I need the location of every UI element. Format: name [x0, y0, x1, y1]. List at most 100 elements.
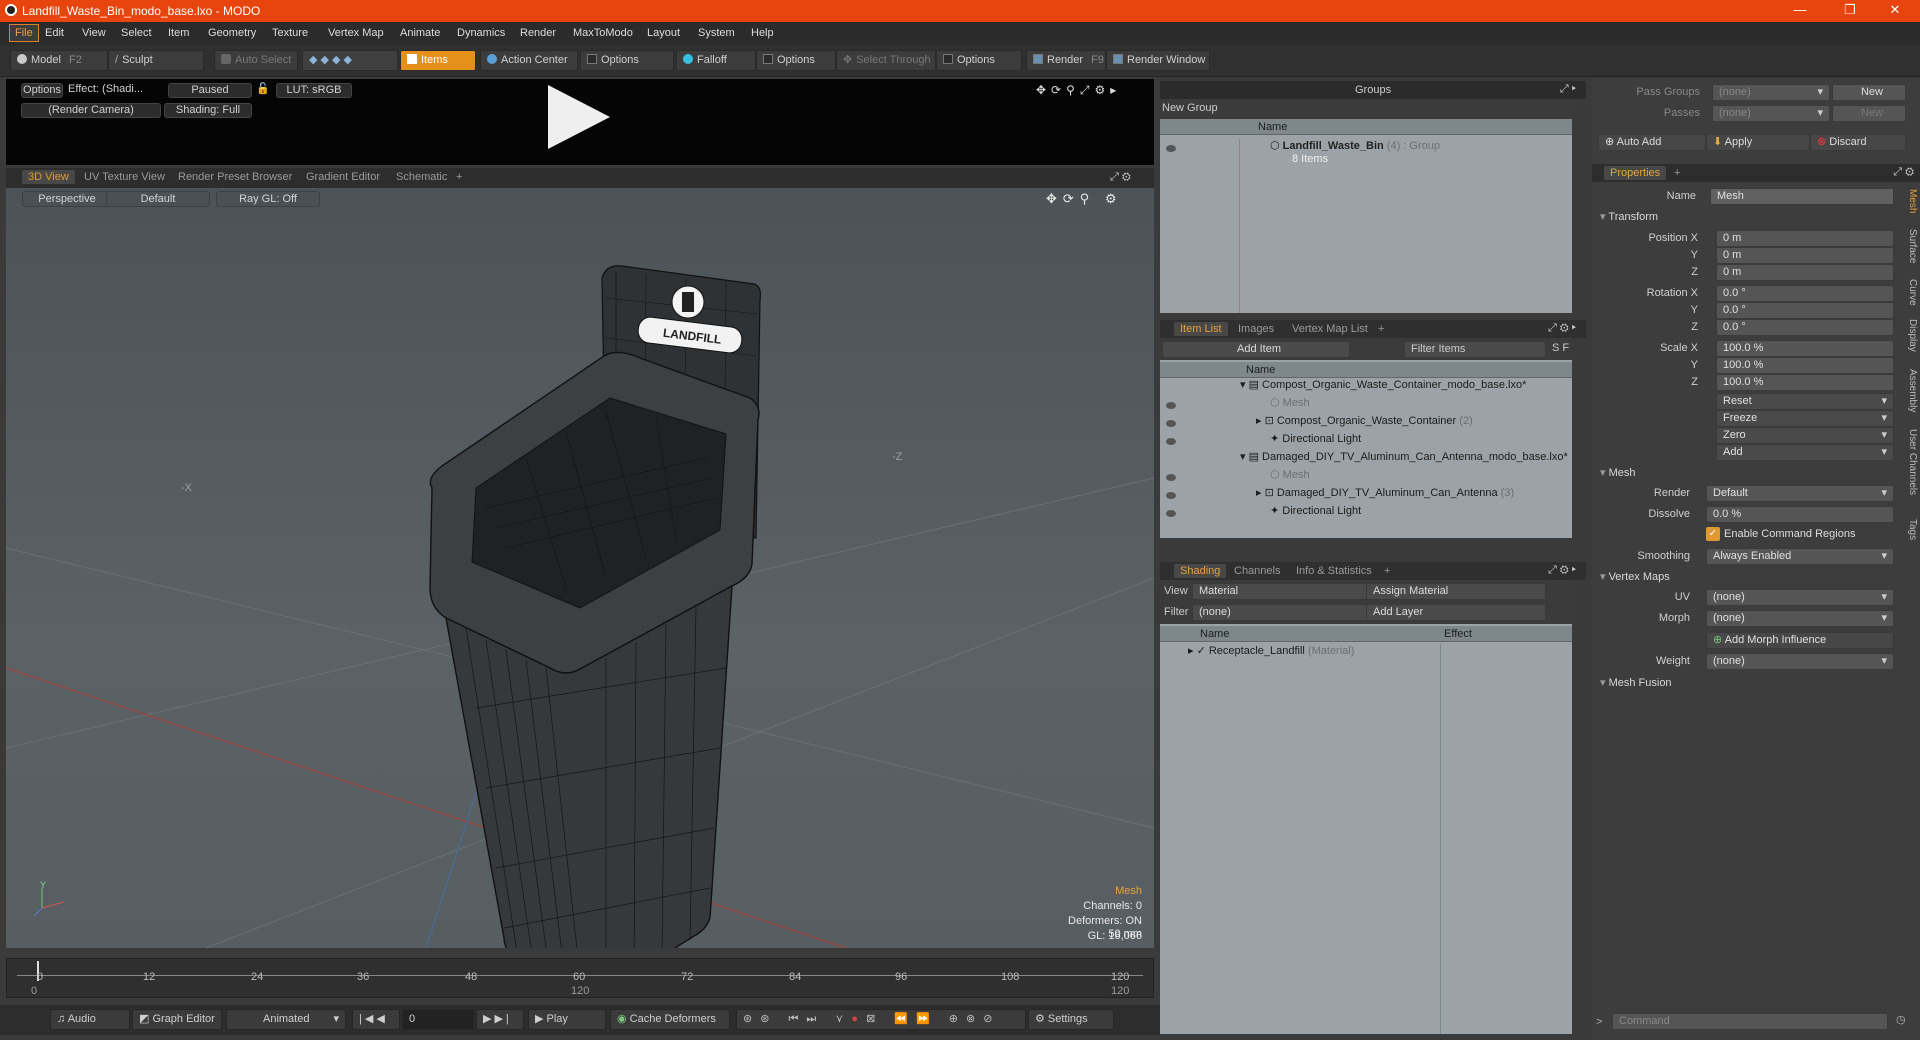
add-morph-influence-button[interactable]: ⊕ Add Morph Influence	[1706, 632, 1894, 649]
menu-animate[interactable]: Animate	[400, 27, 440, 39]
frame-input[interactable]: 0	[402, 1009, 474, 1030]
tab-properties[interactable]: Properties	[1604, 166, 1667, 180]
filter-key-icon[interactable]: S F	[1552, 342, 1569, 354]
list-item[interactable]: ▸ ⊡ Damaged_DIY_TV_Aluminum_Can_Antenna …	[1160, 486, 1560, 504]
vtab-display[interactable]: Display	[1902, 319, 1918, 352]
falloff-button[interactable]: Falloff	[676, 50, 756, 71]
view-dropdown[interactable]: Material	[1192, 583, 1380, 600]
menu-edit[interactable]: Edit	[45, 27, 64, 39]
new-group-button[interactable]: New Group	[1160, 99, 1572, 119]
select-through-button[interactable]: ✥ Select Through	[836, 50, 936, 71]
rotation-z-field[interactable]: 0.0 °	[1716, 319, 1894, 336]
menu-dynamics[interactable]: Dynamics	[457, 27, 505, 39]
command-history-icon[interactable]: ◷	[1896, 1013, 1906, 1026]
tab-images[interactable]: Images	[1238, 323, 1274, 335]
position-y-field[interactable]: 0 m	[1716, 247, 1894, 264]
command-input[interactable]: Command	[1612, 1013, 1888, 1030]
add-dropdown[interactable]: Add	[1716, 444, 1894, 461]
menu-maxtomodo[interactable]: MaxToModo	[573, 27, 633, 39]
preview-options-button[interactable]: Options	[21, 83, 63, 98]
list-item[interactable]: ✦ Directional Light	[1160, 432, 1560, 450]
material-row[interactable]: ▸ ✓ Receptacle_Landfill (Material)	[1160, 644, 1572, 662]
vtab-tags[interactable]: Tags	[1902, 519, 1918, 540]
menu-select[interactable]: Select	[121, 27, 152, 39]
auto-add-button[interactable]: ⊕ Auto Add	[1598, 134, 1706, 151]
animated-dropdown[interactable]: Animated ▾	[226, 1009, 346, 1030]
add-item-dropdown[interactable]: Add Item	[1162, 341, 1350, 358]
shading-settings-icon[interactable]: ⤢ ⚙ ▸	[1548, 564, 1576, 577]
morph-dropdown[interactable]: (none)	[1706, 610, 1894, 627]
menu-vertex-map[interactable]: Vertex Map	[328, 27, 384, 39]
list-item[interactable]: ⬡ Mesh	[1160, 396, 1560, 414]
vertex-mode-icon[interactable]: ◆ ◆ ◆ ◆	[309, 54, 352, 66]
smoothing-dropdown[interactable]: Always Enabled	[1706, 548, 1894, 565]
position-z-field[interactable]: 0 m	[1716, 264, 1894, 281]
key-tools[interactable]: ⊛⊛ ⏮⏭ ⋎●⊠ ⏪⏩ ⊕⊗⊘	[736, 1009, 1026, 1030]
minimize-button[interactable]: —	[1780, 2, 1820, 17]
add-tab-button[interactable]: +	[456, 171, 462, 183]
render-dropdown[interactable]: Default	[1706, 485, 1894, 502]
select-through-options-button[interactable]: Options	[936, 50, 1022, 71]
tab-info-statistics[interactable]: Info & Statistics	[1296, 565, 1372, 577]
zero-dropdown[interactable]: Zero	[1716, 427, 1894, 444]
play-preview-icon[interactable]	[548, 85, 610, 149]
add-tab-button[interactable]: +	[1674, 167, 1680, 179]
itemlist-settings-icon[interactable]: ⤢ ⚙ ▸	[1548, 322, 1576, 335]
viewport-settings-icon[interactable]: ⤢ ⚙	[1110, 171, 1131, 184]
action-center-options-button[interactable]: Options	[580, 50, 674, 71]
shading-dropdown[interactable]: Shading: Full	[164, 103, 252, 118]
discard-button[interactable]: ⊗ Discard	[1810, 134, 1906, 151]
menu-item[interactable]: Item	[168, 27, 189, 39]
model-mode-button[interactable]: Model F2	[10, 50, 108, 71]
weight-dropdown[interactable]: (none)	[1706, 653, 1894, 670]
preview-effect-dropdown[interactable]: Effect: (Shadi...	[68, 83, 164, 98]
list-item[interactable]: ▾ ▤ Compost_Organic_Waste_Container_modo…	[1160, 378, 1560, 396]
mesh-section[interactable]: Mesh	[1600, 466, 1636, 479]
menu-layout[interactable]: Layout	[647, 27, 680, 39]
falloff-options-button[interactable]: Options	[756, 50, 836, 71]
vtab-assembly[interactable]: Assembly	[1902, 369, 1918, 412]
scale-y-field[interactable]: 100.0 %	[1716, 357, 1894, 374]
filter-items-input[interactable]: Filter Items	[1404, 341, 1546, 358]
mesh-fusion-section[interactable]: Mesh Fusion	[1600, 676, 1672, 689]
graph-editor-button[interactable]: ◩ Graph Editor	[132, 1009, 222, 1030]
vtab-curve[interactable]: Curve	[1902, 279, 1918, 306]
transform-section[interactable]: Transform	[1600, 210, 1658, 223]
menu-help[interactable]: Help	[751, 27, 774, 39]
vtab-surface[interactable]: Surface	[1902, 229, 1918, 263]
pass-groups-dropdown[interactable]: (none)	[1712, 84, 1830, 101]
name-input[interactable]: Mesh	[1710, 188, 1894, 205]
menu-system[interactable]: System	[698, 27, 735, 39]
apply-button[interactable]: ⬇ Apply	[1706, 134, 1810, 151]
list-item[interactable]: ▾ ▤ Damaged_DIY_TV_Aluminum_Can_Antenna_…	[1160, 450, 1568, 468]
menu-texture[interactable]: Texture	[272, 27, 308, 39]
tab-channels[interactable]: Channels	[1234, 565, 1280, 577]
forward-buttons[interactable]: ▶▶|	[476, 1009, 524, 1030]
preview-paused-button[interactable]: Paused	[168, 83, 252, 98]
filter-dropdown[interactable]: (none)	[1192, 604, 1380, 621]
tab-schematic[interactable]: Schematic	[396, 171, 447, 183]
timeline[interactable]: 0 12 24 36 48 60 72 84 96 108 120 0 120 …	[6, 958, 1154, 998]
menu-geometry[interactable]: Geometry	[208, 27, 256, 39]
record-icon[interactable]: ●	[851, 1013, 866, 1025]
menu-file[interactable]: File	[9, 24, 39, 42]
cache-deformers-button[interactable]: ◉ Cache Deformers	[610, 1009, 730, 1030]
items-mode-button[interactable]: Items	[400, 50, 476, 71]
menu-view[interactable]: View	[82, 27, 106, 39]
scale-z-field[interactable]: 100.0 %	[1716, 374, 1894, 391]
list-item[interactable]: ✦ Directional Light	[1160, 504, 1560, 522]
lut-dropdown[interactable]: LUT: sRGB	[276, 83, 352, 98]
tab-3d-view[interactable]: 3D View	[22, 170, 75, 184]
rotation-y-field[interactable]: 0.0 °	[1716, 302, 1894, 319]
dissolve-field[interactable]: 0.0 %	[1706, 506, 1894, 523]
list-item[interactable]: ▸ ⊡ Compost_Organic_Waste_Container (2)	[1160, 414, 1560, 432]
render-window-button[interactable]: Render Window	[1106, 50, 1210, 71]
add-tab-button[interactable]: +	[1384, 565, 1390, 577]
reset-dropdown[interactable]: Reset	[1716, 393, 1894, 410]
uv-dropdown[interactable]: (none)	[1706, 589, 1894, 606]
action-center-button[interactable]: Action Center	[480, 50, 578, 71]
audio-button[interactable]: ♫ Audio	[50, 1009, 130, 1030]
maximize-button[interactable]: ❐	[1830, 2, 1870, 18]
properties-settings-icon[interactable]: ⤢ ⚙	[1893, 166, 1914, 179]
settings-button[interactable]: ⚙ Settings	[1028, 1009, 1114, 1030]
